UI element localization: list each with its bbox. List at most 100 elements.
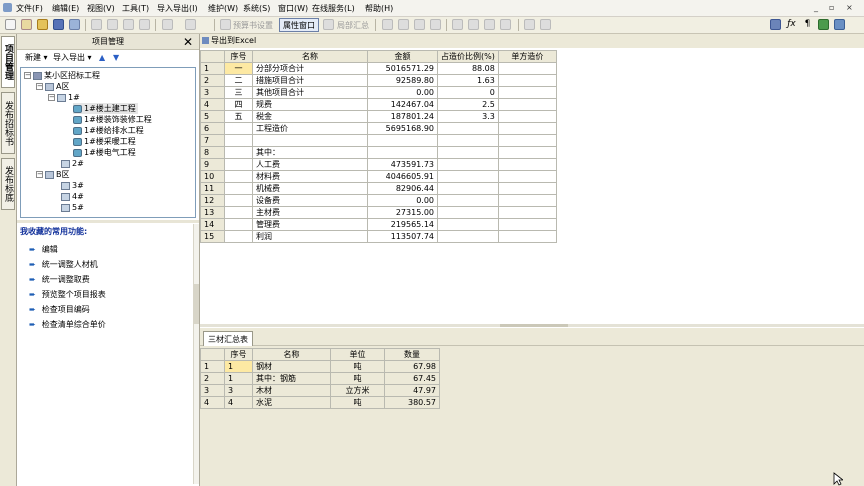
summary-row[interactable]: 5 五税金 187801.24 3.3 bbox=[200, 110, 557, 123]
name-cell[interactable]: 措施项目合计 bbox=[252, 74, 368, 87]
menu-import-export[interactable]: 导入导出(I) bbox=[157, 3, 198, 14]
last-icon[interactable] bbox=[430, 19, 441, 30]
seq-cell[interactable] bbox=[224, 230, 253, 243]
unit-cost-cell[interactable] bbox=[497, 170, 557, 183]
column-header[interactable]: 序号 bbox=[224, 50, 253, 63]
property-window-button[interactable]: 属性窗口 bbox=[279, 18, 319, 32]
percent-cell[interactable] bbox=[437, 170, 499, 183]
seq-cell[interactable]: 四 bbox=[224, 98, 253, 111]
paragraph-icon[interactable]: ¶ bbox=[802, 19, 813, 30]
favorite-check-unit-prices[interactable]: ➨ 检查清单综合单价 bbox=[29, 319, 106, 330]
materials-row[interactable]: 3 3 木材 立方米 47.97 bbox=[200, 384, 440, 397]
column-header[interactable]: 单位 bbox=[330, 348, 385, 361]
amount-cell[interactable]: 27315.00 bbox=[367, 206, 438, 219]
column-header[interactable]: 名称 bbox=[252, 348, 331, 361]
unit-cell[interactable]: 吨 bbox=[330, 360, 385, 373]
unit-cost-cell[interactable] bbox=[497, 230, 557, 243]
percent-cell[interactable] bbox=[437, 158, 499, 171]
row-number[interactable]: 12 bbox=[200, 194, 225, 207]
calc-icon[interactable] bbox=[818, 19, 829, 30]
amount-cell[interactable]: 113507.74 bbox=[367, 230, 438, 243]
unit-cost-cell[interactable] bbox=[497, 122, 557, 135]
percent-cell[interactable] bbox=[437, 206, 499, 219]
unit-cost-cell[interactable] bbox=[497, 146, 557, 159]
seq-cell[interactable] bbox=[224, 158, 253, 171]
expand-icon[interactable] bbox=[524, 19, 535, 30]
favorite-edit[interactable]: ➨ 编辑 bbox=[29, 244, 58, 255]
row-number[interactable]: 1 bbox=[200, 360, 225, 373]
percent-cell[interactable] bbox=[437, 230, 499, 243]
panel-splitter[interactable] bbox=[17, 220, 199, 223]
open-folder-icon[interactable] bbox=[37, 19, 48, 30]
restore-button[interactable]: ▫ bbox=[829, 3, 834, 12]
tree-node-area-b[interactable]: − B区 bbox=[36, 169, 70, 180]
row-number[interactable]: 1 bbox=[200, 62, 225, 75]
tree-node-building-1[interactable]: − 1# bbox=[48, 92, 80, 103]
tree-node-unit-plumbing[interactable]: 1#楼给排水工程 bbox=[73, 125, 144, 136]
percent-cell[interactable]: 2.5 bbox=[437, 98, 499, 111]
name-cell[interactable]: 管理费 bbox=[252, 218, 368, 231]
tab-publish-base-price[interactable]: 发布标底 bbox=[1, 158, 15, 210]
unit-cost-cell[interactable] bbox=[497, 74, 557, 87]
name-cell[interactable]: 其他项目合计 bbox=[252, 86, 368, 99]
name-cell[interactable]: 主材费 bbox=[252, 206, 368, 219]
unit-cost-cell[interactable] bbox=[497, 218, 557, 231]
summary-row[interactable]: 8 其中： bbox=[200, 146, 557, 159]
tree-node-building-3[interactable]: 3# bbox=[61, 180, 84, 191]
row-number[interactable]: 13 bbox=[200, 206, 225, 219]
favorite-adjust-fees[interactable]: ➨ 统一调整取费 bbox=[29, 274, 90, 285]
column-header[interactable]: 序号 bbox=[224, 348, 253, 361]
percent-cell[interactable] bbox=[437, 182, 499, 195]
amount-cell[interactable]: 5016571.29 bbox=[367, 62, 438, 75]
seq-cell[interactable] bbox=[224, 122, 253, 135]
tree-node-area-a[interactable]: − A区 bbox=[36, 81, 69, 92]
unit-cost-cell[interactable] bbox=[497, 158, 557, 171]
grid-splitter[interactable] bbox=[200, 324, 864, 327]
undo-icon[interactable] bbox=[162, 19, 173, 30]
summary-row[interactable]: 1 一分部分项合计 5016571.29 88.08 bbox=[200, 62, 557, 75]
paste-icon[interactable] bbox=[123, 19, 134, 30]
percent-cell[interactable]: 3.3 bbox=[437, 110, 499, 123]
tree-node-unit-civil[interactable]: 1#楼土建工程 bbox=[73, 103, 138, 114]
menu-edit[interactable]: 编辑(E) bbox=[52, 3, 79, 14]
row-number[interactable]: 15 bbox=[200, 230, 225, 243]
new-file-icon[interactable] bbox=[5, 19, 16, 30]
scrollbar-thumb[interactable] bbox=[194, 284, 199, 324]
save-icon[interactable] bbox=[53, 19, 64, 30]
amount-cell[interactable]: 82906.44 bbox=[367, 182, 438, 195]
amount-cell[interactable]: 187801.24 bbox=[367, 110, 438, 123]
name-cell[interactable]: 材料费 bbox=[252, 170, 368, 183]
quantity-cell[interactable]: 67.45 bbox=[384, 372, 440, 385]
name-cell[interactable]: 其中： bbox=[252, 146, 368, 159]
collapse-toggle-icon[interactable]: − bbox=[48, 94, 55, 101]
summary-row[interactable]: 15 利润 113507.74 bbox=[200, 230, 557, 243]
unit-cost-cell[interactable] bbox=[497, 62, 557, 75]
name-cell[interactable]: 规费 bbox=[252, 98, 368, 111]
unit-cost-cell[interactable] bbox=[497, 194, 557, 207]
collapse-toggle-icon[interactable]: − bbox=[24, 72, 31, 79]
redo-icon[interactable] bbox=[185, 19, 196, 30]
menu-system[interactable]: 系统(S) bbox=[243, 3, 270, 14]
next-icon[interactable] bbox=[414, 19, 425, 30]
summary-row[interactable]: 11 机械费 82906.44 bbox=[200, 182, 557, 195]
menu-help[interactable]: 帮助(H) bbox=[365, 3, 393, 14]
delete-icon[interactable] bbox=[139, 19, 150, 30]
menu-tools[interactable]: 工具(T) bbox=[122, 3, 149, 14]
percent-cell[interactable]: 88.08 bbox=[437, 62, 499, 75]
column-header[interactable]: 名称 bbox=[252, 50, 368, 63]
name-cell[interactable]: 利润 bbox=[252, 230, 368, 243]
favorite-adjust-resources[interactable]: ➨ 统一调整人材机 bbox=[29, 259, 98, 270]
tree-node-unit-electrical[interactable]: 1#楼电气工程 bbox=[73, 147, 136, 158]
materials-row[interactable]: 2 1 其中：钢筋吨 67.45 bbox=[200, 372, 440, 385]
materials-row[interactable]: 4 4 水泥吨 380.57 bbox=[200, 396, 440, 409]
unit-cost-cell[interactable] bbox=[497, 206, 557, 219]
percent-cell[interactable] bbox=[437, 122, 499, 135]
summary-row[interactable]: 9 人工费 473591.73 bbox=[200, 158, 557, 171]
summary-row[interactable]: 2 二措施项目合计 92589.80 1.63 bbox=[200, 74, 557, 87]
first-icon[interactable] bbox=[382, 19, 393, 30]
percent-cell[interactable] bbox=[437, 134, 499, 147]
tree-node-building-4[interactable]: 4# bbox=[61, 191, 84, 202]
seq-cell[interactable] bbox=[224, 182, 253, 195]
unit-cost-cell[interactable] bbox=[497, 134, 557, 147]
move-down-arrow-icon[interactable]: ▼ bbox=[113, 50, 119, 66]
